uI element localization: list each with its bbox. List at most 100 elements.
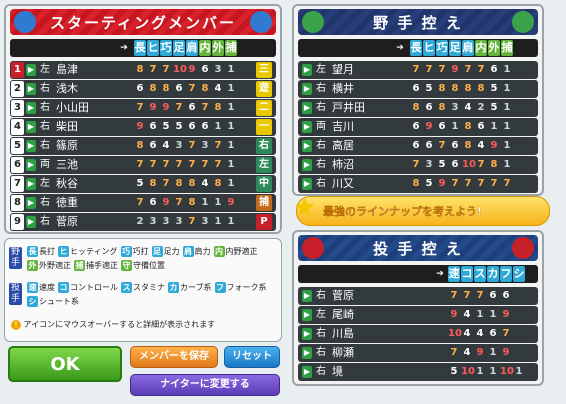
stat-value: 10: [462, 159, 476, 170]
stat-value: 3: [451, 102, 459, 113]
move-arrow-icon[interactable]: ▶: [26, 140, 36, 152]
move-arrow-icon[interactable]: ▶: [302, 178, 312, 190]
stat-header: フ: [500, 266, 512, 282]
bat-hand: 右: [316, 178, 326, 189]
move-arrow-icon[interactable]: ▶: [26, 159, 36, 171]
move-arrow-icon[interactable]: ▶: [302, 102, 312, 114]
move-arrow-icon[interactable]: ▶: [26, 216, 36, 228]
player-name: 戸井田: [332, 101, 365, 114]
position-badge[interactable]: 二: [256, 100, 272, 116]
stat-value: 9: [490, 140, 498, 151]
stat-value: 1: [227, 140, 235, 151]
move-arrow-icon[interactable]: ▶: [302, 328, 312, 340]
stat-value: 10: [500, 366, 514, 377]
move-arrow-icon[interactable]: ▶: [26, 197, 36, 209]
player-name: 三池: [56, 158, 78, 171]
move-arrow-icon[interactable]: ▶: [302, 366, 312, 378]
lineup-row[interactable]: 4 ▶ 右柴田 9 6 5 5 6 6 1 1 一: [10, 118, 276, 136]
batting-order: 2: [11, 81, 24, 97]
position-badge[interactable]: P: [256, 214, 272, 230]
stat-header: 内: [475, 40, 487, 56]
pitcher-row[interactable]: ▶ 右境 5 10 1 1 10 1: [298, 363, 538, 381]
position-badge[interactable]: 右: [256, 138, 272, 154]
player-stats: 10 4 4 6 7: [448, 326, 525, 342]
pitchers-panel: 投 手 控 え ➔ 速コスカフシ ▶ 右菅原 7 7 7 6 6 ▶ 左尾崎 9 4 1 1 9 ▶ 右川島 1…: [292, 230, 544, 386]
legend-item: カカーブ系: [168, 281, 212, 295]
stat-value: 8: [412, 178, 420, 189]
stat-value: 4: [214, 83, 222, 94]
move-arrow-icon[interactable]: ▶: [26, 121, 36, 133]
lineup-row[interactable]: 1 ▶ 左島津 8 7 7 10 9 6 3 1 三: [10, 61, 276, 79]
stat-value: 1: [490, 121, 498, 132]
ok-button[interactable]: OK: [8, 346, 122, 382]
starting-header: スターティングメンバー: [10, 9, 276, 35]
bench-column-header: ➔ 長ヒ巧足肩内外捕: [298, 39, 538, 57]
stat-value: 7: [463, 290, 471, 301]
lineup-row[interactable]: 5 ▶ 右篠原 8 6 4 3 7 3 7 1 右: [10, 137, 276, 155]
pitcher-row[interactable]: ▶ 右柳瀬 7 4 9 1 9: [298, 344, 538, 362]
bench-row[interactable]: ▶ 右戸井田 8 6 8 3 4 2 5 1: [298, 99, 538, 117]
legend-text: シュート系: [39, 297, 79, 306]
bench-row[interactable]: ▶ 両吉川 6 9 6 1 8 6 1 1: [298, 118, 538, 136]
stat-value: 6: [489, 328, 497, 339]
stat-value: 6: [451, 140, 459, 151]
legend-text: 速度: [39, 283, 55, 292]
lineup-row[interactable]: 3 ▶ 右小山田 7 9 9 7 6 7 8 1 二: [10, 99, 276, 117]
player-stats: 66768491: [410, 138, 513, 154]
bench-row[interactable]: ▶ 右柿沼 7 3 5 6 10 7 8 1: [298, 156, 538, 174]
move-arrow-icon[interactable]: ▶: [26, 64, 36, 76]
move-arrow-icon[interactable]: ▶: [302, 309, 312, 321]
bench-row[interactable]: ▶ 右高居 6 6 7 6 8 4 9 1: [298, 137, 538, 155]
position-badge[interactable]: 中: [256, 176, 272, 192]
position-badge[interactable]: 捕: [256, 195, 272, 211]
move-arrow-icon[interactable]: ▶: [302, 64, 312, 76]
lineup-row[interactable]: 9 ▶ 右菅原 2 3 3 3 7 3 1 1 P: [10, 213, 276, 231]
lineup-row[interactable]: 7 ▶ 左秋谷 5 8 7 8 8 4 8 1 中: [10, 175, 276, 193]
move-arrow-icon[interactable]: ▶: [26, 178, 36, 190]
move-arrow-icon[interactable]: ▶: [302, 347, 312, 359]
legend-key: 肩: [182, 246, 194, 257]
stat-value: [513, 288, 525, 304]
bench-row[interactable]: ▶ 右横井 6 5 8 8 8 8 5 1: [298, 80, 538, 98]
move-arrow-icon[interactable]: ▶: [302, 290, 312, 302]
stat-value: 5: [136, 178, 144, 189]
position-badge[interactable]: 一: [256, 119, 272, 135]
stat-value: 3: [175, 216, 183, 227]
stat-header: 捕: [501, 40, 513, 56]
bench-row[interactable]: ▶ 右川又 8 5 9 7 7 7 7 7: [298, 175, 538, 193]
save-members-button[interactable]: メンバーを保存: [130, 346, 218, 368]
pitcher-row[interactable]: ▶ 右菅原 7 7 7 6 6: [298, 287, 538, 305]
stat-value: 7: [490, 178, 498, 189]
pitcher-row[interactable]: ▶ 左尾崎 9 4 1 1 9: [298, 306, 538, 324]
stat-value: 6: [149, 121, 157, 132]
legend-key: 外: [27, 260, 38, 271]
bench-row[interactable]: ▶ 左望月 7 7 7 9 7 7 6 1: [298, 61, 538, 79]
stat-value: 8: [136, 64, 144, 75]
position-badge[interactable]: 三: [256, 62, 272, 78]
legend-text: カーブ系: [180, 283, 212, 292]
legend-item: 速速度: [27, 281, 55, 295]
move-arrow-icon[interactable]: ▶: [302, 140, 312, 152]
move-arrow-icon[interactable]: ▶: [26, 83, 36, 95]
position-badge[interactable]: 遊: [256, 81, 272, 97]
position-badge[interactable]: 左: [256, 157, 272, 173]
move-arrow-icon[interactable]: ▶: [26, 102, 36, 114]
stat-value: 1: [503, 121, 511, 132]
player-name: 菅原: [56, 215, 78, 228]
stat-value: 7: [149, 64, 157, 75]
stat-value: 4: [477, 140, 485, 151]
pitcher-row[interactable]: ▶ 右川島 10 4 4 6 7: [298, 325, 538, 343]
lineup-row[interactable]: 2 ▶ 右浅木 6 8 8 6 7 8 4 1 遊: [10, 80, 276, 98]
move-arrow-icon[interactable]: ▶: [302, 83, 312, 95]
reset-button[interactable]: リセット: [224, 346, 280, 368]
stat-value: 8: [438, 83, 446, 94]
stat-value: 1: [227, 216, 235, 227]
bat-hand: 右: [316, 140, 326, 151]
move-arrow-icon[interactable]: ▶: [302, 159, 312, 171]
lineup-row[interactable]: 6 ▶ 両三池 7 7 7 7 7 7 7 1 左: [10, 156, 276, 174]
night-mode-button[interactable]: ナイターに変更する: [130, 374, 280, 396]
player-name: 浅木: [56, 82, 78, 95]
move-arrow-icon[interactable]: ▶: [302, 121, 312, 133]
lineup-row[interactable]: 8 ▶ 右徳重 7 6 9 7 8 1 1 9 捕: [10, 194, 276, 212]
bat-hand: 左: [40, 178, 50, 189]
